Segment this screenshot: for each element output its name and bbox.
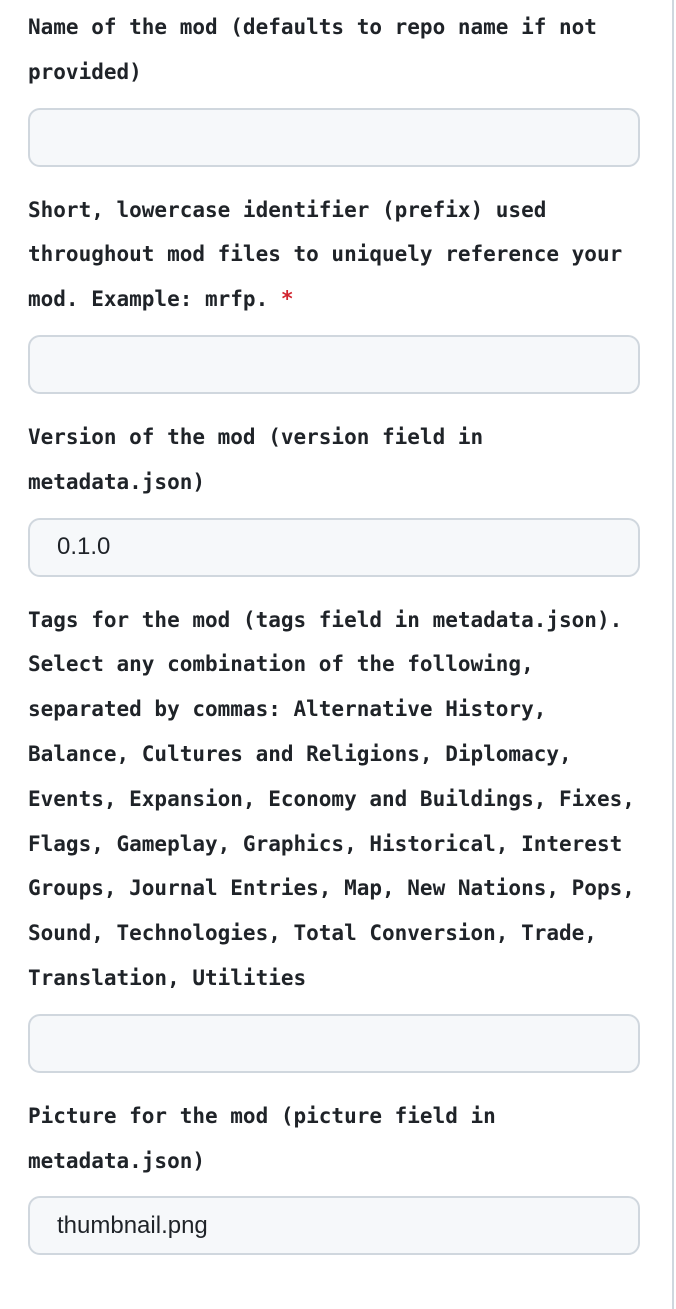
mod-version-label: Version of the mod (version field in met… bbox=[28, 415, 640, 505]
mod-picture-label: Picture for the mod (picture field in me… bbox=[28, 1094, 640, 1184]
mod-version-field: Version of the mod (version field in met… bbox=[28, 415, 640, 577]
mod-version-input[interactable] bbox=[28, 517, 640, 577]
mod-tags-input[interactable] bbox=[28, 1013, 640, 1073]
required-asterisk: * bbox=[280, 287, 294, 312]
mod-tags-field: Tags for the mod (tags field in metadata… bbox=[28, 598, 640, 1073]
mod-name-field: Name of the mod (defaults to repo name i… bbox=[28, 5, 640, 167]
mod-tags-label: Tags for the mod (tags field in metadata… bbox=[28, 598, 640, 1001]
mod-prefix-field: Short, lowercase identifier (prefix) use… bbox=[28, 188, 640, 394]
mod-picture-field: Picture for the mod (picture field in me… bbox=[28, 1094, 640, 1256]
mod-picture-input[interactable] bbox=[28, 1196, 640, 1256]
mod-version-label-text: Version of the mod (version field in met… bbox=[28, 424, 496, 494]
mod-tags-label-text: Tags for the mod (tags field in metadata… bbox=[28, 607, 648, 990]
mod-name-label-text: Name of the mod (defaults to repo name i… bbox=[28, 15, 610, 84]
mod-name-label: Name of the mod (defaults to repo name i… bbox=[28, 5, 640, 95]
mod-prefix-label: Short, lowercase identifier (prefix) use… bbox=[28, 188, 640, 322]
mod-prefix-input[interactable] bbox=[28, 334, 640, 394]
mod-name-input[interactable] bbox=[28, 107, 640, 167]
panel-right-border bbox=[672, 0, 674, 1309]
mod-metadata-form: Name of the mod (defaults to repo name i… bbox=[28, 5, 640, 1276]
mod-prefix-label-text: Short, lowercase identifier (prefix) use… bbox=[28, 197, 635, 312]
mod-picture-label-text: Picture for the mod (picture field in me… bbox=[28, 1103, 509, 1173]
